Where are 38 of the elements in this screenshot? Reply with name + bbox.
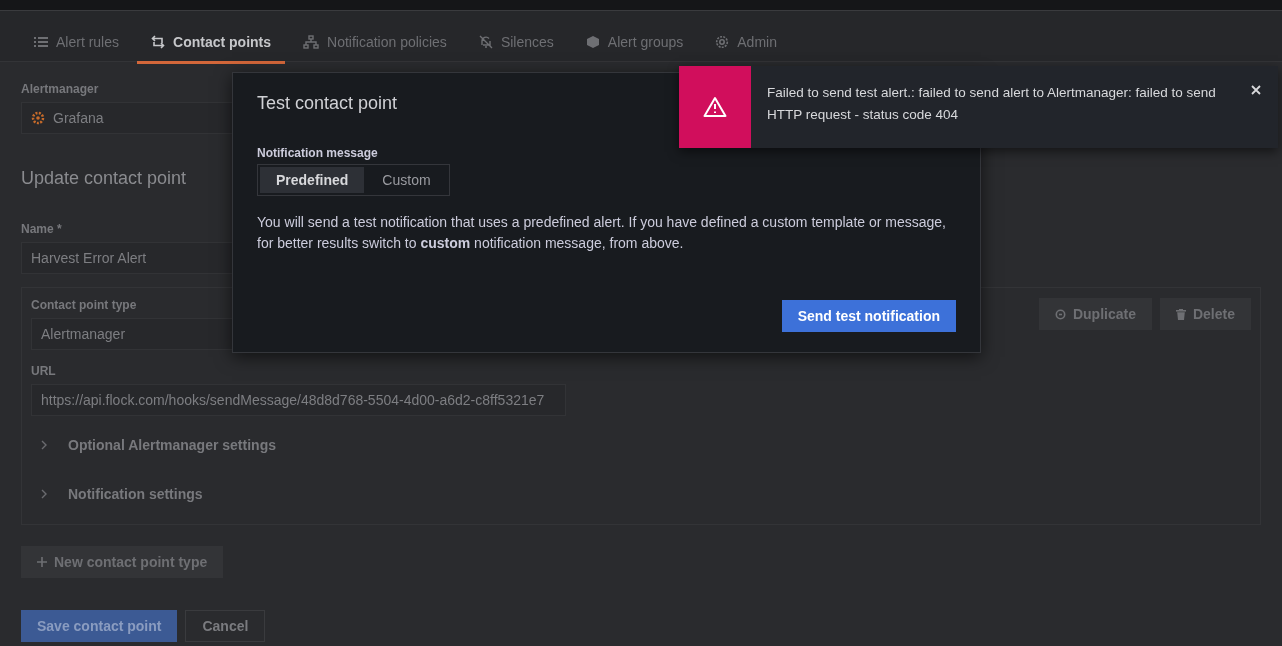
trash-icon [1175, 308, 1186, 320]
cog-icon [715, 35, 730, 49]
chevron-icon [40, 439, 48, 450]
tab[interactable]: Alert rules [20, 23, 134, 64]
plus-icon [37, 557, 47, 567]
error-message: Failed to send test alert.: failed to send alert to Alertmanager: failed to send HTTP request - status code 404 [766, 84, 1217, 124]
url-input[interactable]: https://api.flock.com/hooks/sendMessage/48d8d768-5504-4d00-a6d2-c8ff5321e7 [31, 384, 566, 416]
radio-option[interactable]: Predefined [260, 167, 365, 193]
exchange-icon [151, 35, 166, 49]
grafana-logo-icon [31, 111, 45, 125]
list-icon [34, 36, 48, 48]
action-button[interactable]: Delete [1159, 298, 1251, 330]
tab[interactable]: Alert groups [571, 23, 698, 64]
new-contact-type-button[interactable]: New contact point type [21, 546, 224, 578]
collapsible-section[interactable]: Optional Alertmanager settings [31, 420, 566, 469]
action-button[interactable]: Duplicate [1038, 298, 1152, 330]
close-button[interactable] [1250, 84, 1262, 96]
field-label: Name * [21, 222, 62, 236]
warning-icon [703, 96, 727, 118]
tab[interactable]: Admin [701, 23, 791, 64]
tab[interactable]: Contact points [137, 23, 286, 64]
chevron-icon [40, 488, 48, 499]
tab[interactable]: Notification policies [289, 23, 461, 64]
radio-option[interactable]: Custom [366, 167, 447, 193]
tab[interactable]: Silences [464, 23, 568, 64]
save-button[interactable]: Save contact point [21, 610, 178, 642]
bell-slash-icon [478, 35, 493, 49]
page-heading: Update contact point [21, 168, 187, 189]
collapsible-section[interactable]: Notification settings [31, 469, 566, 518]
sitemap-icon [303, 35, 320, 49]
cancel-button[interactable]: Cancel [185, 610, 266, 642]
field-label: URL [31, 364, 56, 378]
cube-icon [585, 35, 600, 49]
field-label: Alertmanager [21, 82, 99, 96]
copy-icon [1054, 308, 1066, 320]
send-test-button[interactable]: Send test notification [781, 300, 956, 332]
field-label: Contact point type [31, 298, 137, 312]
field-label: Notification message [257, 146, 378, 160]
